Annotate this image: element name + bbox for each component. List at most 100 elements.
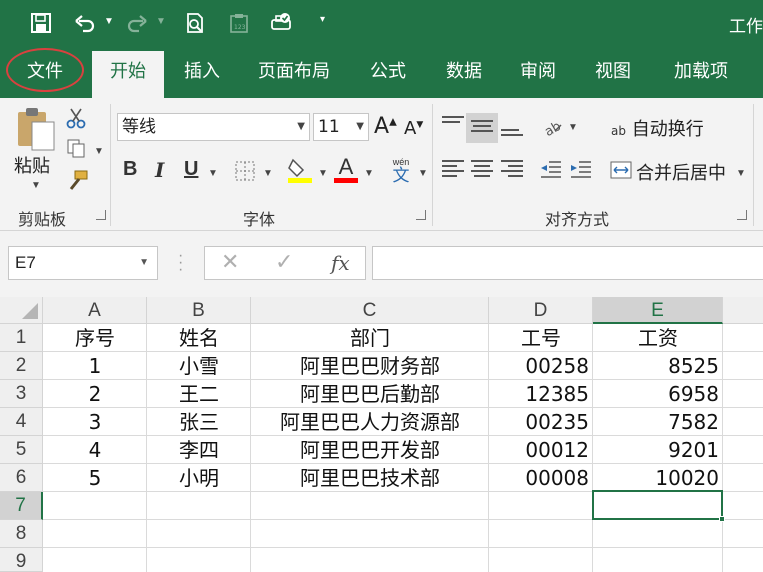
- cell-d2[interactable]: 00258: [489, 352, 593, 380]
- row-header-8[interactable]: 8: [0, 520, 43, 548]
- paste-caret-icon[interactable]: ▼: [31, 180, 41, 191]
- cell-e1[interactable]: 工资: [593, 324, 723, 352]
- row-header-1[interactable]: 1: [0, 324, 43, 352]
- shrink-font-button[interactable]: A▼: [404, 118, 423, 139]
- tab-formulas[interactable]: 公式: [358, 46, 418, 98]
- column-header-b[interactable]: B: [147, 297, 251, 324]
- align-top-icon[interactable]: [442, 116, 464, 132]
- align-right-icon[interactable]: [501, 160, 523, 177]
- cell-b3[interactable]: 王二: [147, 380, 251, 408]
- underline-caret-icon[interactable]: ▼: [208, 168, 218, 179]
- paste-icon[interactable]: [12, 106, 60, 152]
- save-icon[interactable]: [28, 10, 54, 36]
- tab-add-ins[interactable]: 加载项: [662, 46, 740, 98]
- cell-d5[interactable]: 00012: [489, 436, 593, 464]
- worksheet-grid[interactable]: A B C D E 1 2 3 4 5 6 7 8 9 序号 姓名 部门 工号 …: [0, 297, 763, 572]
- increase-indent-icon[interactable]: [568, 158, 594, 182]
- row-header-3[interactable]: 3: [0, 380, 43, 408]
- cell-c2[interactable]: 阿里巴巴财务部: [251, 352, 489, 380]
- cell-b6[interactable]: 小明: [147, 464, 251, 492]
- column-header-a[interactable]: A: [43, 297, 147, 324]
- cell-d4[interactable]: 00235: [489, 408, 593, 436]
- selected-cell-e7[interactable]: [592, 490, 725, 522]
- align-middle-icon[interactable]: [471, 120, 493, 136]
- font-size-select[interactable]: 11 ▼: [313, 113, 369, 141]
- row-header-9[interactable]: 9: [0, 548, 43, 572]
- formula-bar-grip-icon[interactable]: · · ·: [178, 248, 183, 278]
- undo-icon[interactable]: [72, 10, 98, 36]
- enter-entry-icon[interactable]: ✓: [275, 249, 293, 275]
- orientation-caret-icon[interactable]: ▼: [568, 122, 578, 133]
- cell-a3[interactable]: 2: [43, 380, 147, 408]
- cell-c3[interactable]: 阿里巴巴后勤部: [251, 380, 489, 408]
- column-header-c[interactable]: C: [251, 297, 489, 324]
- row-header-4[interactable]: 4: [0, 408, 43, 436]
- formula-input[interactable]: [372, 246, 763, 280]
- cell-c6[interactable]: 阿里巴巴技术部: [251, 464, 489, 492]
- cell-b4[interactable]: 张三: [147, 408, 251, 436]
- name-box[interactable]: E7 ▼: [8, 246, 158, 280]
- cell-c4[interactable]: 阿里巴巴人力资源部: [251, 408, 489, 436]
- copy-caret-icon[interactable]: ▼: [94, 146, 104, 157]
- alignment-launcher-icon[interactable]: [737, 210, 747, 220]
- row-header-5[interactable]: 5: [0, 436, 43, 464]
- cell-c5[interactable]: 阿里巴巴开发部: [251, 436, 489, 464]
- cell-b5[interactable]: 李四: [147, 436, 251, 464]
- format-painter-icon[interactable]: [64, 168, 90, 194]
- grow-font-button[interactable]: A▲: [374, 114, 397, 139]
- cell-a1[interactable]: 序号: [43, 324, 147, 352]
- cell-d1[interactable]: 工号: [489, 324, 593, 352]
- cell-b2[interactable]: 小雪: [147, 352, 251, 380]
- column-header-e[interactable]: E: [593, 297, 723, 324]
- undo-caret-icon[interactable]: ▼: [104, 16, 114, 27]
- borders-icon[interactable]: [234, 160, 256, 182]
- row-header-7[interactable]: 7: [0, 492, 43, 520]
- cell-a2[interactable]: 1: [43, 352, 147, 380]
- align-left-icon[interactable]: [442, 160, 464, 177]
- phonetic-caret-icon[interactable]: ▼: [418, 168, 428, 179]
- row-header-6[interactable]: 6: [0, 464, 43, 492]
- cell-e4[interactable]: 7582: [593, 408, 723, 436]
- cancel-entry-icon[interactable]: ✕: [221, 249, 239, 275]
- merge-center-icon[interactable]: [609, 160, 633, 180]
- underline-button[interactable]: U: [184, 158, 198, 181]
- font-name-select[interactable]: 等线 ▼: [117, 113, 310, 141]
- font-color-caret-icon[interactable]: ▼: [364, 168, 374, 179]
- cell-e6[interactable]: 10020: [593, 464, 723, 492]
- column-header-d[interactable]: D: [489, 297, 593, 324]
- cut-icon[interactable]: [64, 106, 88, 130]
- print-preview-icon[interactable]: [182, 10, 208, 36]
- cell-b1[interactable]: 姓名: [147, 324, 251, 352]
- italic-button[interactable]: I: [155, 158, 164, 182]
- wrap-text-button[interactable]: ab 自动换行: [611, 115, 704, 141]
- align-center-icon[interactable]: [471, 160, 493, 177]
- select-all-corner[interactable]: [0, 297, 43, 324]
- tab-home[interactable]: 开始: [92, 51, 164, 98]
- cell-d3[interactable]: 12385: [489, 380, 593, 408]
- row-header-2[interactable]: 2: [0, 352, 43, 380]
- tab-review[interactable]: 审阅: [508, 46, 568, 98]
- fill-color-caret-icon[interactable]: ▼: [318, 168, 328, 179]
- bold-button[interactable]: B: [123, 158, 137, 181]
- cell-c1[interactable]: 部门: [251, 324, 489, 352]
- paste-label[interactable]: 粘贴: [14, 152, 50, 178]
- column-header-f[interactable]: [723, 297, 763, 324]
- customize-caret-icon[interactable]: ▾: [320, 14, 325, 25]
- orientation-icon[interactable]: ab: [540, 114, 564, 138]
- decrease-indent-icon[interactable]: [538, 158, 564, 182]
- tab-view[interactable]: 视图: [583, 46, 643, 98]
- touch-mode-icon[interactable]: [268, 10, 294, 36]
- fill-color-icon[interactable]: [286, 156, 314, 184]
- cell-d6[interactable]: 00008: [489, 464, 593, 492]
- cell-e3[interactable]: 6958: [593, 380, 723, 408]
- clipboard-launcher-icon[interactable]: [96, 210, 106, 220]
- borders-caret-icon[interactable]: ▼: [263, 168, 273, 179]
- merge-center-caret-icon[interactable]: ▼: [736, 168, 746, 179]
- tab-insert[interactable]: 插入: [172, 46, 232, 98]
- fill-handle[interactable]: [719, 516, 725, 522]
- tab-data[interactable]: 数据: [434, 46, 494, 98]
- insert-function-icon[interactable]: fx: [331, 251, 350, 275]
- phonetic-guide-button[interactable]: wén 文: [388, 156, 414, 186]
- font-launcher-icon[interactable]: [416, 210, 426, 220]
- merge-center-label[interactable]: 合并后居中: [636, 159, 726, 185]
